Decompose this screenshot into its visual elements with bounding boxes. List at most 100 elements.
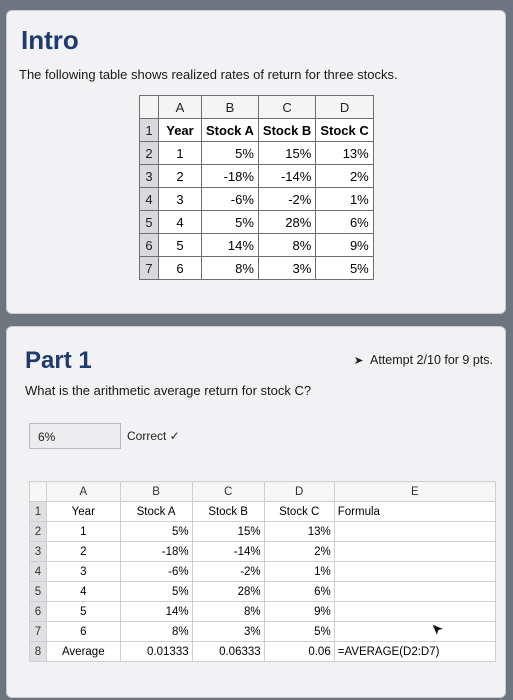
sheet-cell[interactable]: 15% [191,521,265,542]
sheet-row: 1 Year Stock A Stock B Stock C Formula [29,501,497,522]
row-number[interactable]: 6 [29,601,47,622]
sheet-cell[interactable]: Stock B [191,501,265,522]
table-cell: 5% [315,256,374,280]
sheet-cell[interactable]: 28% [191,581,265,602]
table-row: 5 4 5% 28% 6% [139,210,374,234]
sheet-cell[interactable]: 1 [46,521,121,542]
col-header[interactable]: A [46,481,121,502]
sheet-row: 4 3 -6% -2% 1% [29,561,497,582]
sheet-cell[interactable]: 5% [263,621,335,642]
row-number[interactable]: 7 [29,621,47,642]
sheet-cell[interactable] [333,601,497,622]
sheet-cell[interactable]: 9% [263,601,335,622]
sheet-cell[interactable]: 6% [263,581,335,602]
table-cell: 3% [257,256,317,280]
question-text: What is the arithmetic average return fo… [25,383,312,398]
row-number[interactable]: 4 [29,561,47,582]
row-number[interactable]: 3 [29,541,47,562]
col-header[interactable]: D [263,481,335,502]
sheet-cell[interactable]: -6% [119,561,193,582]
sheet-cell[interactable]: 14% [119,601,193,622]
row-number: 6 [139,233,159,257]
row-number: 2 [139,141,159,165]
table-cell: 13% [315,141,374,165]
col-header[interactable]: C [191,481,265,502]
table-cell: 8% [201,256,259,280]
corner-cell [139,95,159,119]
sheet-cell[interactable] [333,561,497,582]
row-number[interactable]: 8 [29,641,47,662]
sheet-cell[interactable] [333,581,497,602]
sheet-row: 8 Average 0.01333 0.06333 0.06 =AVERAGE(D2:D7… [29,641,497,662]
row-number[interactable]: 2 [29,521,47,542]
sheet-cell[interactable]: -2% [191,561,265,582]
row-number: 3 [139,164,159,188]
sheet-row: 2 1 5% 15% 13% [29,521,497,542]
table-cell: Year [158,118,202,142]
spreadsheet-table: A B C D E 1 Year Stock A Stock B Stock C Form… [29,481,497,662]
sheet-cell[interactable]: Stock A [119,501,193,522]
flag-icon [355,356,364,364]
col-header[interactable]: E [333,481,497,502]
col-header[interactable]: B [119,481,193,502]
table-cell: 15% [257,141,317,165]
sheet-cell[interactable]: 6 [46,621,121,642]
table-row: 2 1 5% 15% 13% [139,141,374,165]
table-cell: 28% [257,210,317,234]
sheet-row: 7 6 8% 3% 5% [29,621,497,642]
sheet-cell[interactable]: Average [46,641,121,662]
sheet-cell[interactable]: Stock C [263,501,335,522]
table-cell: 5% [201,141,259,165]
table-cell: 4 [158,210,202,234]
row-number[interactable]: 1 [29,501,47,522]
table-cell: 6 [158,256,202,280]
sheet-cell[interactable]: 5% [119,521,193,542]
intro-column-header-row: A B C D [139,95,374,119]
answer-input[interactable]: 6% [29,423,121,449]
table-cell: 2% [315,164,374,188]
sheet-cell[interactable]: 1% [263,561,335,582]
table-cell: Stock B [257,118,317,142]
sheet-cell[interactable]: 5 [46,601,121,622]
attempt-text: Attempt 2/10 for 9 pts. [370,353,493,367]
table-cell: Stock A [201,118,259,142]
mouse-pointer-icon [431,623,445,637]
sheet-cell[interactable]: Formula [333,501,497,522]
sheet-cell[interactable] [333,541,497,562]
sheet-cell[interactable]: 4 [46,581,121,602]
table-cell: 6% [315,210,374,234]
sheet-cell[interactable]: 5% [119,581,193,602]
intro-description: The following table shows realized rates… [19,67,398,82]
sheet-cell[interactable]: 2 [46,541,121,562]
table-row: 4 3 -6% -2% 1% [139,187,374,211]
sheet-cell[interactable]: 0.01333 [119,641,193,662]
sheet-cell[interactable]: -18% [119,541,193,562]
row-number[interactable]: 5 [29,581,47,602]
corner-cell [29,481,47,502]
sheet-cell[interactable] [333,621,497,642]
sheet-cell[interactable]: 0.06333 [191,641,265,662]
sheet-cell[interactable]: 8% [191,601,265,622]
table-cell: 3 [158,187,202,211]
part1-card: Part 1 Attempt 2/10 for 9 pts. What is t… [6,326,506,698]
sheet-cell[interactable]: 13% [263,521,335,542]
row-number: 7 [139,256,159,280]
sheet-cell[interactable]: 2% [263,541,335,562]
sheet-cell[interactable] [333,521,497,542]
sheet-cell[interactable]: 3 [46,561,121,582]
sheet-cell[interactable]: 3% [191,621,265,642]
sheet-cell[interactable]: =AVERAGE(D2:D7) [333,641,497,662]
sheet-row: 6 5 14% 8% 9% [29,601,497,622]
attempt-info: Attempt 2/10 for 9 pts. [354,353,493,367]
sheet-cell[interactable]: Year [46,501,121,522]
sheet-cell[interactable]: -14% [191,541,265,562]
sheet-cell[interactable]: 8% [119,621,193,642]
table-cell: 9% [315,233,374,257]
correct-status: Correct ✓ [127,429,180,443]
table-row: 6 5 14% 8% 9% [139,233,374,257]
row-number: 1 [139,118,159,142]
table-row: 3 2 -18% -14% 2% [139,164,374,188]
sheet-cell[interactable]: 0.06 [263,641,335,662]
part1-title: Part 1 [25,347,92,374]
table-cell: 5 [158,233,202,257]
